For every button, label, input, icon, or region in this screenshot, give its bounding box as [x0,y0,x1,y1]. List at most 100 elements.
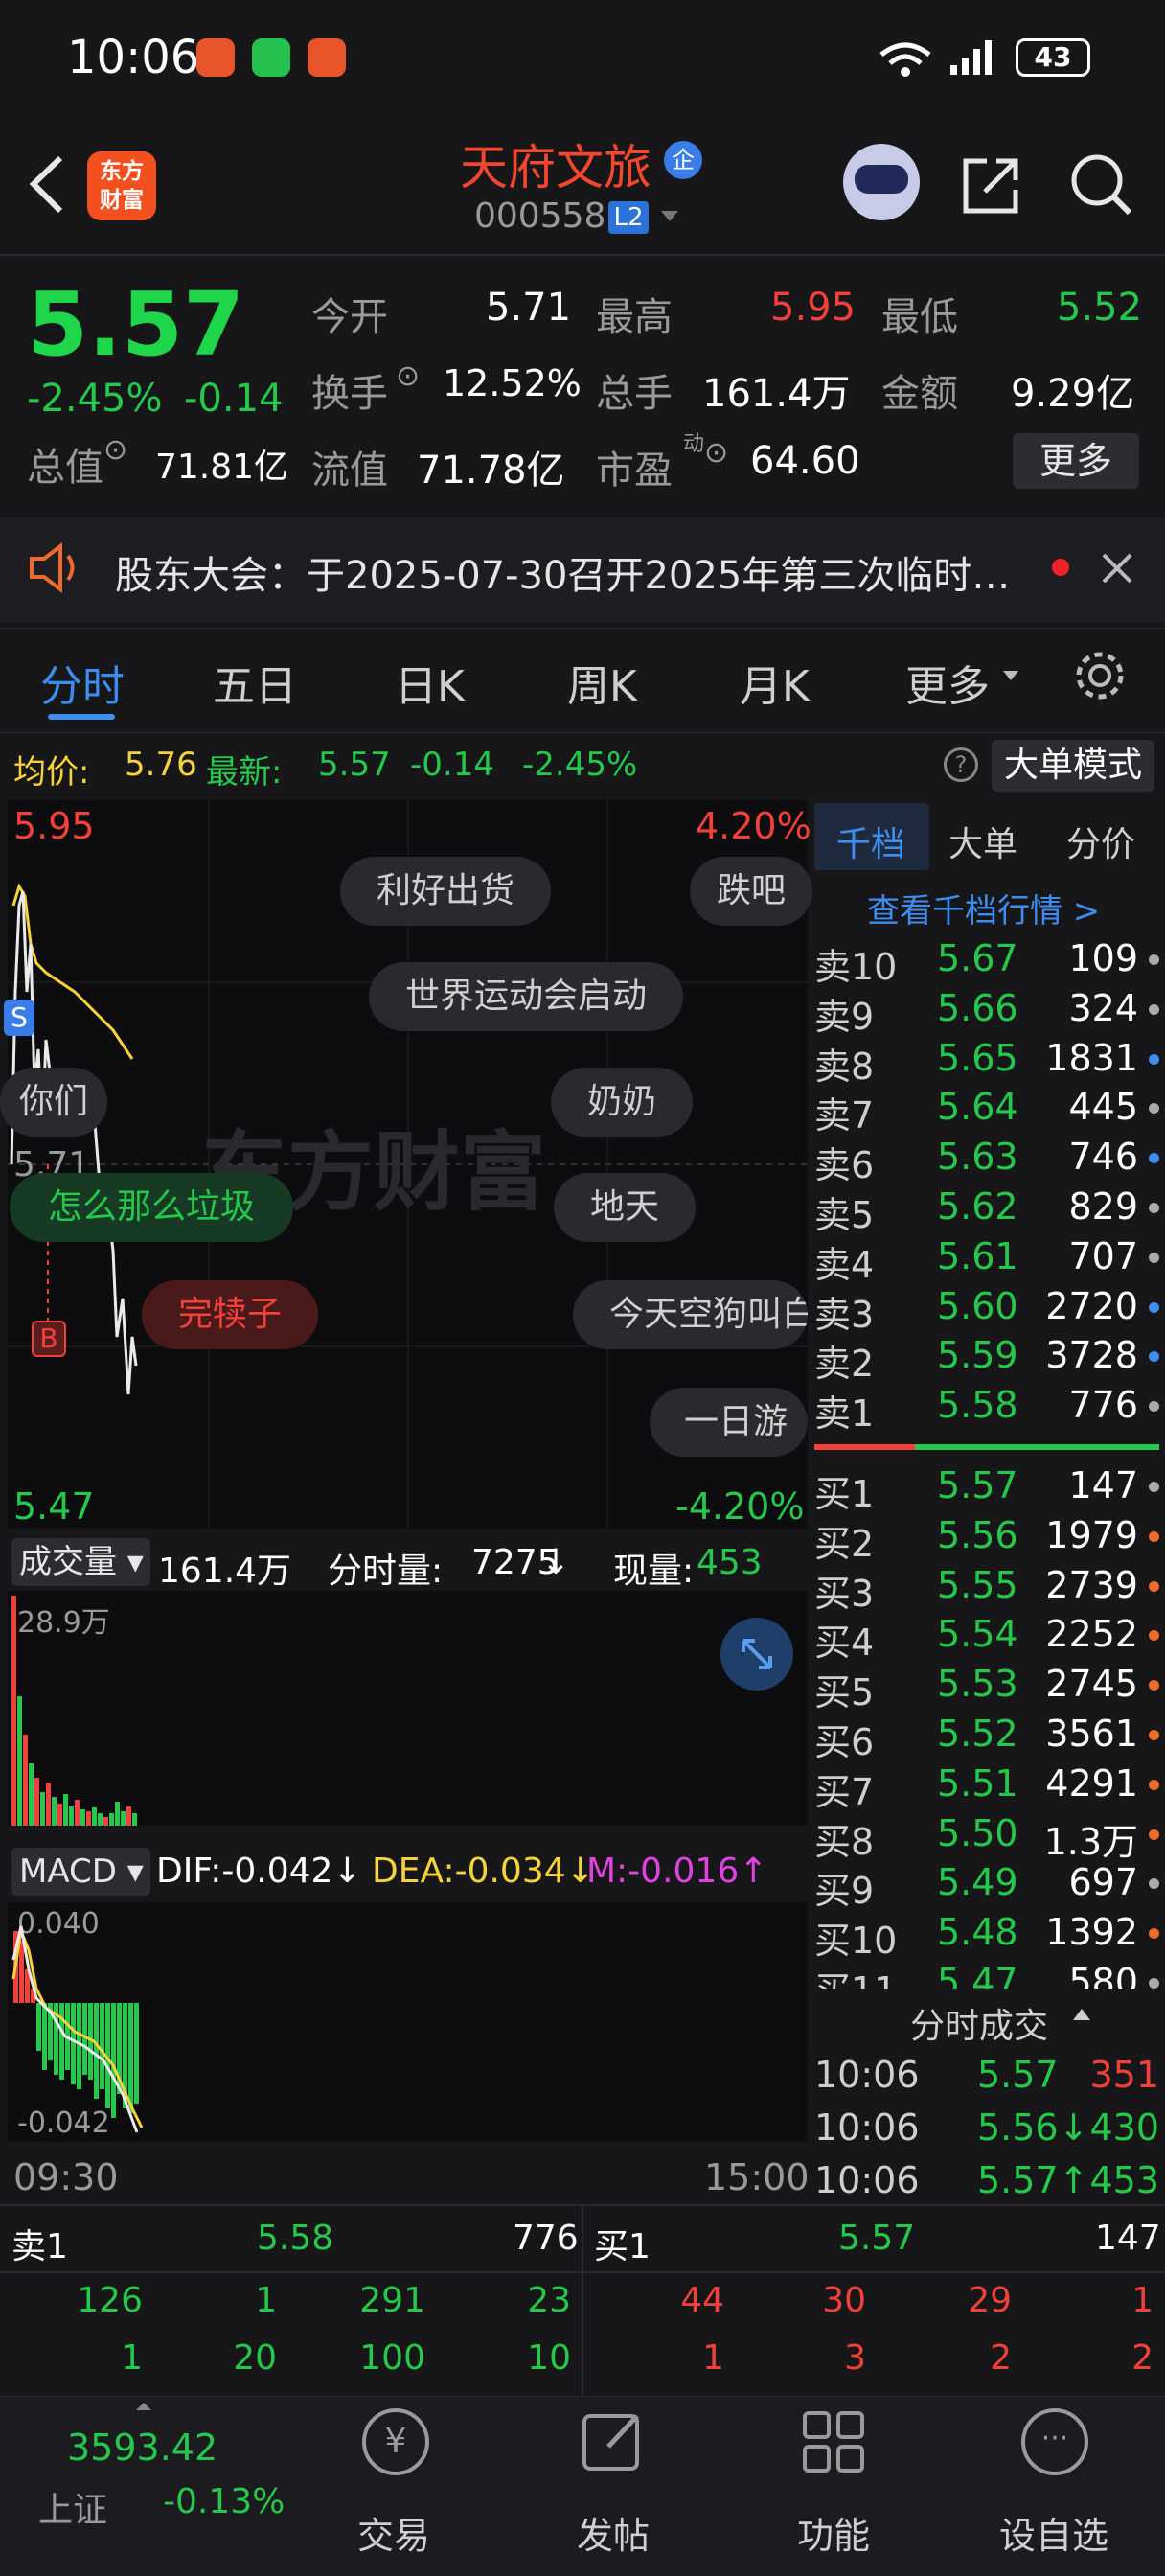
notification-icon [196,38,235,77]
info-icon[interactable]: ⊙ [103,433,127,467]
latest-pct: -2.45% [522,746,638,784]
danmaku-bubble[interactable]: 完犊子 [142,1280,319,1349]
chevron-down-icon[interactable] [659,209,680,224]
chevron-down-icon[interactable] [1001,669,1020,682]
info-icon[interactable]: ⊙ [704,436,728,470]
bid-row[interactable]: 买9 5.49 697 [814,1861,1159,1912]
ask-row[interactable]: 卖4 5.61 707 [814,1235,1159,1286]
macd-indicator-select[interactable]: MACD ▾ [11,1848,150,1896]
expand-icon[interactable] [720,1618,793,1690]
level2-badge[interactable]: L2 [608,201,649,234]
trade-time: 10:06 [814,2054,920,2096]
index-name[interactable]: 上证 [38,2482,107,2532]
ask-level: 卖2 [814,1343,875,1386]
tab-weekly[interactable]: 周K [567,652,637,713]
ask-row[interactable]: 卖9 5.66 324 [814,987,1159,1038]
bid-row[interactable]: 买11 5.47 580 [814,1961,1159,1990]
bid-row[interactable]: 买6 5.52 3561 [814,1713,1159,1763]
search-icon[interactable] [1068,151,1135,218]
trade-icon[interactable]: ¥ [362,2408,429,2475]
tab-thousand-level[interactable]: 千档 [836,816,905,866]
nav-functions[interactable]: 功能 [797,2506,870,2559]
bid-row[interactable]: 买7 5.51 4291 [814,1762,1159,1813]
index-value[interactable]: 3593.42 [67,2426,217,2469]
index-pct[interactable]: -0.13% [163,2482,285,2521]
close-icon[interactable] [1100,551,1134,586]
order-dot [1149,1828,1159,1840]
nav-post[interactable]: 发帖 [577,2506,650,2559]
bid-row[interactable]: 买8 5.50 1.3万 [814,1812,1159,1863]
avg-label: 均价: [13,753,90,792]
danmaku-bubble[interactable]: 一日游 [650,1388,808,1457]
sell-marker[interactable]: S [4,1000,34,1036]
info-icon[interactable]: ⊙ [396,359,420,393]
tab-big-order[interactable]: 大单 [948,816,1017,866]
danmaku-bubble[interactable]: 你们 [0,1068,108,1137]
functions-icon[interactable] [800,2408,867,2475]
ask-row[interactable]: 卖7 5.64 445 [814,1086,1159,1137]
trade-price: 5.57 [977,2054,1059,2096]
volume-indicator-select[interactable]: 成交量 ▾ [11,1538,150,1586]
nav-add-watchlist[interactable]: 设自选 [999,2506,1108,2559]
bid-level: 买10 [814,1920,898,1963]
more-button[interactable]: 更多 [1013,433,1139,489]
post-icon[interactable] [580,2408,647,2475]
volume-bars [11,1596,137,1826]
danmaku-bubble[interactable]: 今天空狗叫白 [573,1280,808,1349]
bid-row[interactable]: 买3 5.55 2739 [814,1563,1159,1615]
buy-marker[interactable]: B [32,1321,66,1357]
tick-volume-label: 分时量: [328,1552,444,1591]
avg-value: 5.76 [125,746,197,784]
big-order-mode-button[interactable]: 大单模式 [992,740,1154,792]
back-icon[interactable] [24,153,67,216]
order-dot [1149,1252,1159,1263]
mktcap-value: 71.81亿 [155,448,289,487]
danmaku-bubble[interactable]: 利好出货 [340,857,552,926]
tab-intraday[interactable]: 分时 [40,652,125,713]
ask-price: 5.58 [937,1384,1018,1427]
tab-price-distribution[interactable]: 分价 [1066,816,1135,866]
bid-volume: 2739 [1045,1563,1138,1606]
ask-row[interactable]: 卖8 5.65 1831 [814,1037,1159,1088]
danmaku-bubble[interactable]: 跌吧 [690,857,813,926]
danmaku-bubble[interactable]: 地天 [554,1173,697,1242]
order-dot [1149,1153,1159,1164]
bid-level: 买4 [814,1622,875,1665]
bid-row[interactable]: 买2 5.56 1979 [814,1514,1159,1565]
ask-row[interactable]: 卖1 5.58 776 [814,1384,1159,1435]
ratio-bar-green [915,1444,1159,1450]
tab-more[interactable]: 更多 [905,652,990,713]
stock-code: 000558 [474,196,606,236]
ask-price: 5.67 [937,937,1018,979]
help-icon[interactable]: ? [944,748,978,782]
tab-daily[interactable]: 日K [395,652,465,713]
chevron-up-icon[interactable] [134,2401,153,2412]
ask-row[interactable]: 卖3 5.60 2720 [814,1285,1159,1336]
nav-trade[interactable]: 交易 [357,2506,430,2559]
danmaku-bubble[interactable]: 奶奶 [551,1068,694,1137]
order-dot [1149,954,1159,965]
ask-volume: 445 [1068,1086,1138,1129]
danmaku-bubble[interactable]: 世界运动会启动 [369,962,684,1031]
ask-row[interactable]: 卖6 5.63 746 [814,1136,1159,1186]
ask-row[interactable]: 卖2 5.59 3728 [814,1334,1159,1385]
view-order-book-link[interactable]: 查看千档行情 > [867,885,1100,932]
depth-cell: 2 [990,2338,1012,2378]
add-watchlist-icon[interactable]: ··· [1021,2408,1088,2475]
tab-monthly[interactable]: 月K [740,652,810,713]
bid-row[interactable]: 买4 5.54 2252 [814,1613,1159,1664]
share-icon[interactable] [958,151,1025,218]
ask-row[interactable]: 卖5 5.62 829 [814,1185,1159,1236]
trades-title[interactable]: 分时成交 [910,1998,1048,2048]
notice-text[interactable]: 股东大会：于2025-07-30召开2025年第三次临时… [115,544,1010,600]
chevron-up-icon[interactable] [1071,2007,1092,2022]
robot-assistant-icon[interactable] [843,144,920,220]
danmaku-bubble[interactable]: 怎么那么垃圾 [10,1173,294,1242]
trade-time: 10:06 [814,2106,920,2149]
tab-5day[interactable]: 五日 [213,652,297,713]
ask-row[interactable]: 卖10 5.67 109 [814,937,1159,988]
bid-row[interactable]: 买5 5.53 2745 [814,1663,1159,1714]
bid-row[interactable]: 买10 5.48 1392 [814,1911,1159,1962]
bid-row[interactable]: 买1 5.57 147 [814,1464,1159,1515]
gear-icon[interactable] [1071,647,1129,704]
